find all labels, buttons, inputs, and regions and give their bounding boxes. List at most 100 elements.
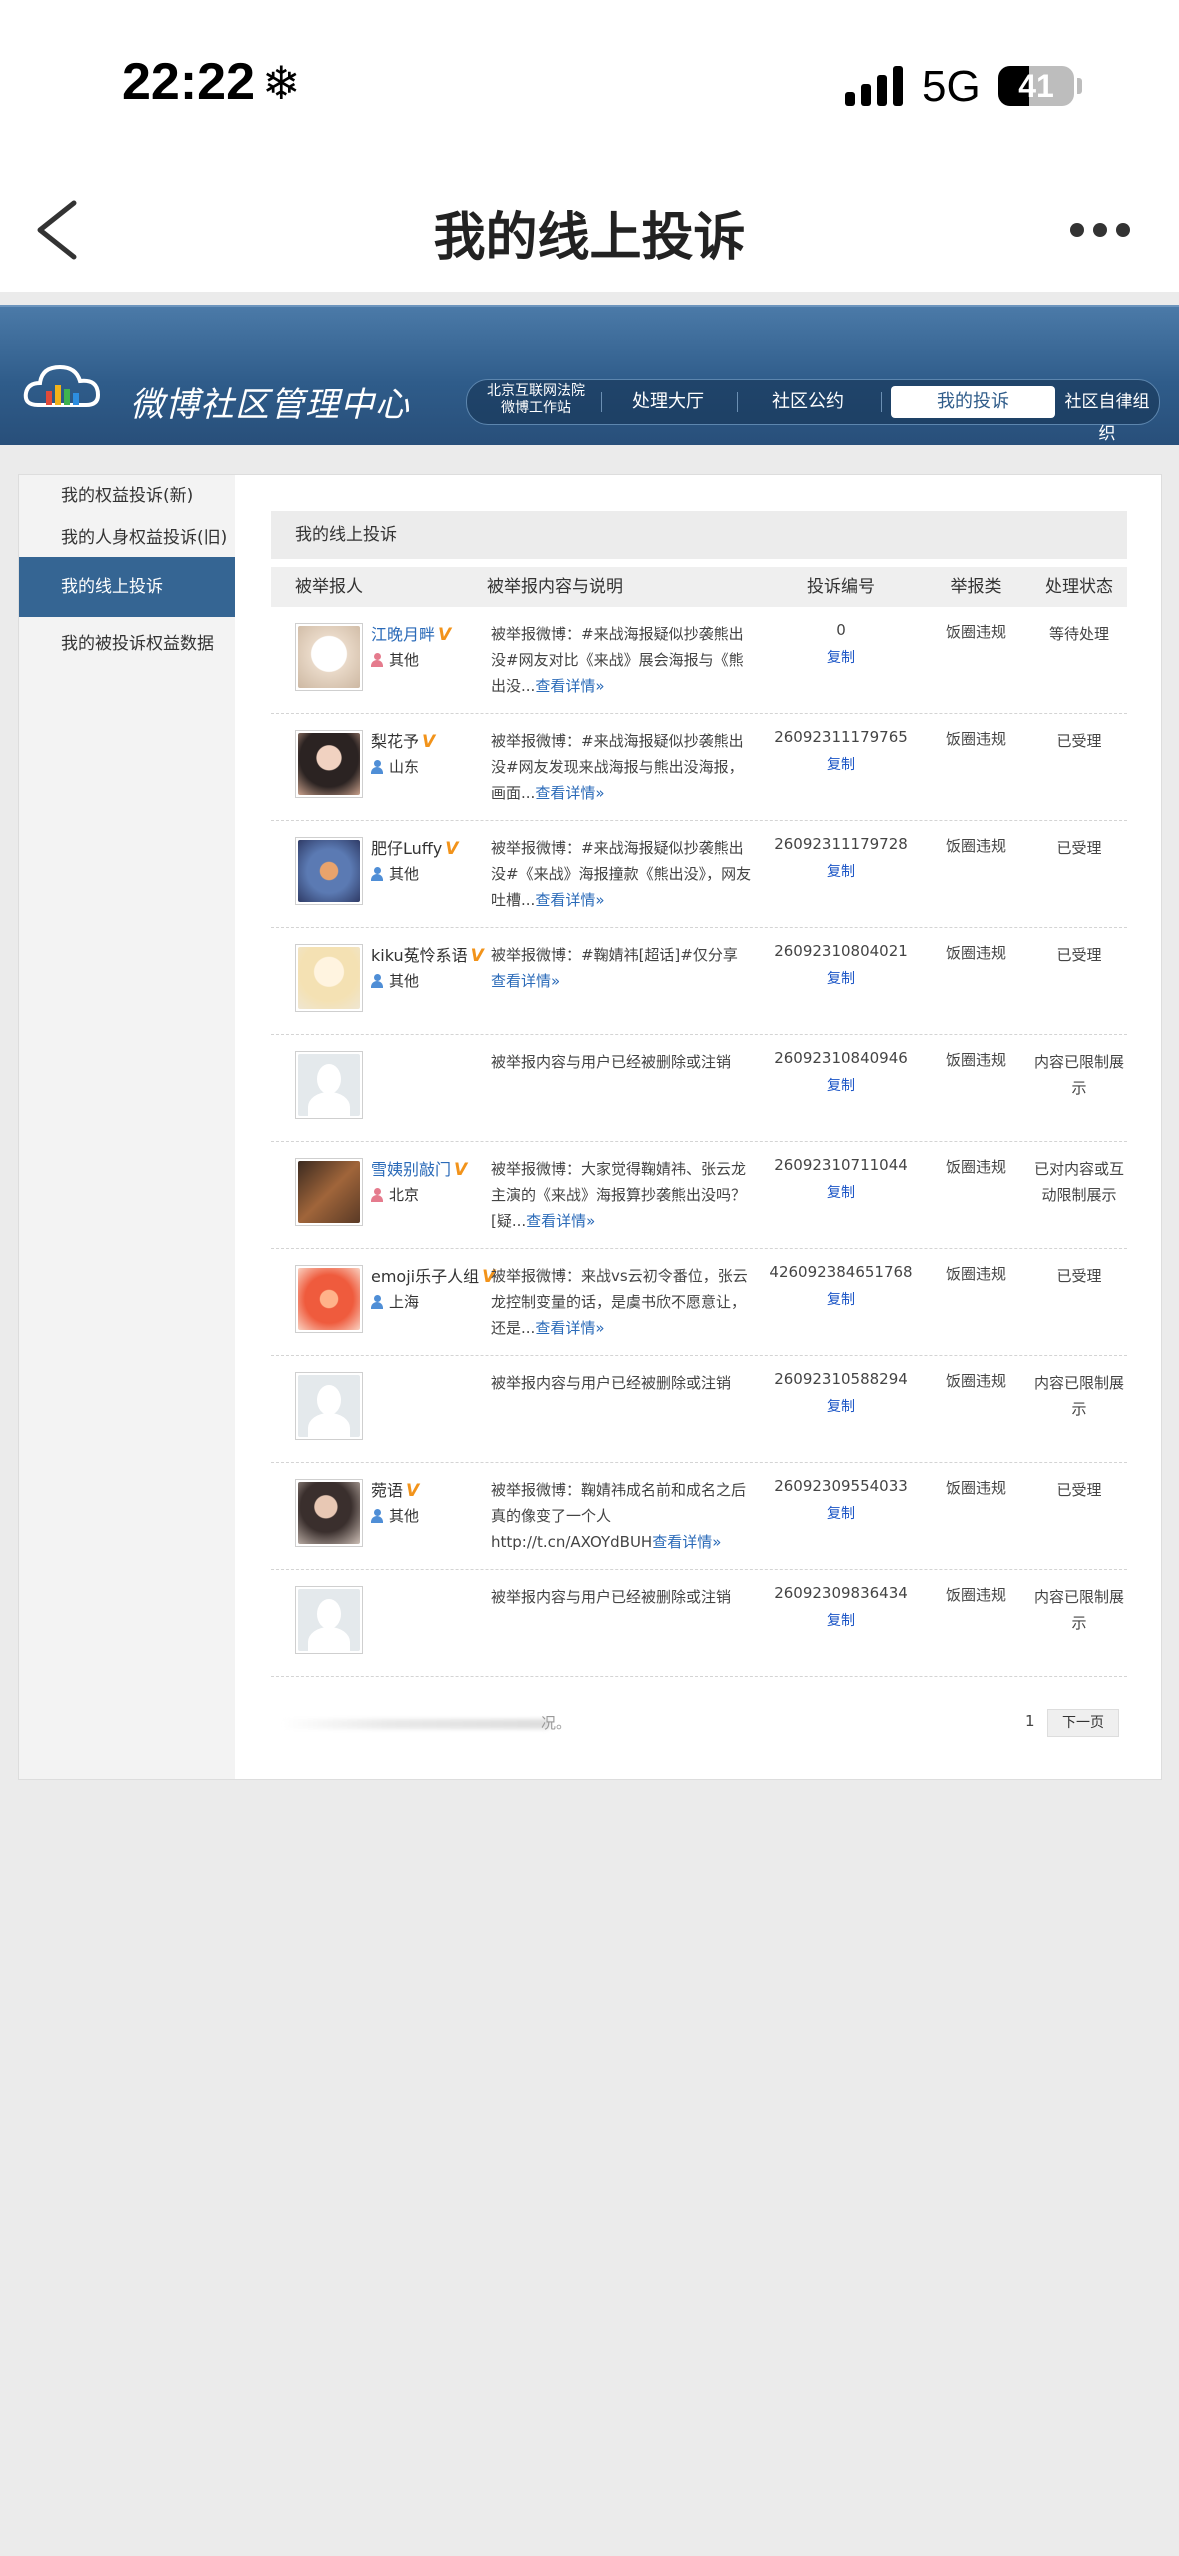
avatar[interactable] <box>295 1586 363 1654</box>
user-location: 山东 <box>371 756 419 777</box>
view-details-link[interactable]: 查看详情» <box>491 972 560 990</box>
table-row: 江晚月畔 V 其他 被举报微博：#来战海报疑似抄袭熊出没#网友对比《来战》展会海报与《… <box>271 607 1127 714</box>
sidebar-item-personal-rights-old[interactable]: 我的人身权益投诉(旧) <box>19 523 235 553</box>
clock: 22:22 <box>122 53 255 111</box>
avatar[interactable] <box>295 1158 363 1226</box>
complaint-description: 被举报微博：来战vs云初令番位，张云龙控制变量的话，是虞书欣不愿意让，还是...… <box>491 1267 748 1337</box>
default-avatar-icon <box>298 1054 360 1116</box>
default-avatar-icon <box>298 1375 360 1437</box>
reported-username[interactable]: 江晚月畔 V <box>371 621 451 645</box>
more-icon[interactable] <box>1060 210 1140 250</box>
reported-username[interactable]: 肥仔Luffy V <box>371 835 458 859</box>
battery-level: 41 <box>1018 68 1054 104</box>
copy-id-button[interactable]: 复制 <box>761 1289 921 1309</box>
view-details-link[interactable]: 查看详情» <box>535 891 604 909</box>
status-text: 已受理 <box>1056 839 1102 857</box>
report-type: 饭圈违规 <box>945 1479 1006 1497</box>
copy-id-button[interactable]: 复制 <box>761 647 921 667</box>
reported-username[interactable]: emoji乐子人组 V <box>371 1263 495 1287</box>
sidebar-item-rights-complaint-new[interactable]: 我的权益投诉(新) <box>19 481 235 511</box>
reported-username[interactable]: 梨花予 V <box>371 728 435 752</box>
avatar[interactable] <box>295 837 363 905</box>
avatar[interactable] <box>295 1051 363 1119</box>
court-workstation-label[interactable]: 北京互联网法院 微博工作站 <box>481 383 591 417</box>
report-type: 饭圈违规 <box>945 944 1006 962</box>
table-row: emoji乐子人组 V 上海 被举报微博：来战vs云初令番位，张云龙控制变量的话，是虞… <box>271 1249 1127 1356</box>
copy-id-button[interactable]: 复制 <box>761 1610 921 1630</box>
view-details-link[interactable]: 查看详情» <box>652 1533 721 1551</box>
user-location: 其他 <box>371 863 419 884</box>
avatar[interactable] <box>295 730 363 798</box>
complaint-id: 26092309836434 <box>774 1584 908 1602</box>
copy-id-button[interactable]: 复制 <box>761 754 921 774</box>
tab-self-discipline[interactable]: 社区自律组织 <box>1059 386 1155 444</box>
complaint-description: 被举报微博：#来战海报疑似抄袭熊出没#《来战》海报撞款《熊出没》，网友吐槽...… <box>491 839 752 909</box>
cloud-logo-icon <box>23 364 101 407</box>
tab-my-complaints[interactable]: 我的投诉 <box>891 386 1055 418</box>
avatar-image <box>298 1268 360 1330</box>
sidebar-item-online-complaints[interactable]: 我的线上投诉 <box>19 557 235 617</box>
next-page-button[interactable]: 下一页 <box>1047 1709 1119 1737</box>
complaint-id: 26092310588294 <box>774 1370 908 1388</box>
view-details-link[interactable]: 查看详情» <box>535 784 604 802</box>
female-user-icon <box>371 1188 383 1202</box>
complaint-id: 0 <box>836 621 846 639</box>
reported-username[interactable]: kiku菟怜系语 V <box>371 942 484 966</box>
reported-username[interactable]: 菀语 V <box>371 1477 419 1501</box>
view-details-link[interactable]: 查看详情» <box>535 1319 604 1337</box>
female-user-icon <box>371 653 383 667</box>
complaints-table-body: 江晚月畔 V 其他 被举报微博：#来战海报疑似抄袭熊出没#网友对比《来战》展会海报与《… <box>271 607 1127 1677</box>
table-row: 菀语 V 其他 被举报微博：鞠婧祎成名前和成名之后真的像变了一个人 http://t.… <box>271 1463 1127 1570</box>
avatar[interactable] <box>295 944 363 1012</box>
male-user-icon <box>371 867 383 881</box>
reported-username[interactable]: 雪姨别敲门 V <box>371 1156 467 1180</box>
blurred-note <box>281 1719 551 1729</box>
battery-icon: 41 <box>998 66 1074 106</box>
complaint-id: 426092384651768 <box>769 1263 913 1281</box>
footer-note-tail: 况。 <box>541 1714 572 1732</box>
avatar[interactable] <box>295 623 363 691</box>
report-type: 饭圈违规 <box>945 1265 1006 1283</box>
view-details-link[interactable]: 查看详情» <box>535 677 604 695</box>
tab-community-rules[interactable]: 社区公约 <box>743 386 873 418</box>
view-details-link[interactable]: 查看详情» <box>526 1212 595 1230</box>
verified-v-icon: V <box>454 1160 468 1180</box>
verified-v-icon: V <box>438 625 452 645</box>
report-type: 饭圈违规 <box>945 730 1006 748</box>
copy-id-button[interactable]: 复制 <box>761 1075 921 1095</box>
network-type: 5G <box>922 62 981 111</box>
status-text: 已受理 <box>1056 946 1102 964</box>
table-row: 肥仔Luffy V 其他 被举报微博：#来战海报疑似抄袭熊出没#《来战》海报撞款《熊出… <box>271 821 1127 928</box>
pagination-bar: 况。 1 下一页 <box>271 1709 1127 1739</box>
verified-v-icon: V <box>422 732 436 752</box>
status-text: 已受理 <box>1056 1481 1102 1499</box>
copy-id-button[interactable]: 复制 <box>761 968 921 988</box>
male-user-icon <box>371 1509 383 1523</box>
report-type: 饭圈违规 <box>945 1372 1006 1390</box>
complaint-description: 被举报内容与用户已经被删除或注销 <box>491 1374 732 1392</box>
current-page[interactable]: 1 <box>1025 1712 1035 1730</box>
status-text: 内容已限制展示 <box>1033 1374 1124 1418</box>
complaint-id: 26092311179765 <box>774 728 908 746</box>
page-title: 我的线上投诉 <box>433 208 746 268</box>
table-row: 梨花予 V 山东 被举报微博：#来战海报疑似抄袭熊出没#网友发现来战海报与熊出没海报，… <box>271 714 1127 821</box>
complaint-description: 被举报微博：大家觉得鞠婧祎、张云龙主演的《来战》海报算抄袭熊出没吗？[疑...查… <box>491 1160 747 1230</box>
content-card: 我的权益投诉(新) 我的人身权益投诉(旧) 我的线上投诉 我的被投诉权益数据 我… <box>18 474 1162 1780</box>
default-avatar-icon <box>298 1589 360 1651</box>
tab-processing-hall[interactable]: 处理大厅 <box>607 386 729 418</box>
copy-id-button[interactable]: 复制 <box>761 1182 921 1202</box>
sidebar-item-complained-data[interactable]: 我的被投诉权益数据 <box>19 629 235 659</box>
copy-id-button[interactable]: 复制 <box>761 1503 921 1523</box>
col-content: 被举报内容与说明 <box>487 577 623 597</box>
complaint-id: 26092309554033 <box>774 1477 908 1495</box>
copy-id-button[interactable]: 复制 <box>761 861 921 881</box>
avatar-image <box>298 947 360 1009</box>
copy-id-button[interactable]: 复制 <box>761 1396 921 1416</box>
verified-v-icon: V <box>470 946 484 966</box>
report-type: 饭圈违规 <box>945 837 1006 855</box>
avatar[interactable] <box>295 1479 363 1547</box>
avatar[interactable] <box>295 1265 363 1333</box>
header-nav: 北京互联网法院 微博工作站 处理大厅 社区公约 我的投诉 社区自律组织 <box>466 379 1160 444</box>
avatar[interactable] <box>295 1372 363 1440</box>
signal-icon <box>845 66 907 106</box>
